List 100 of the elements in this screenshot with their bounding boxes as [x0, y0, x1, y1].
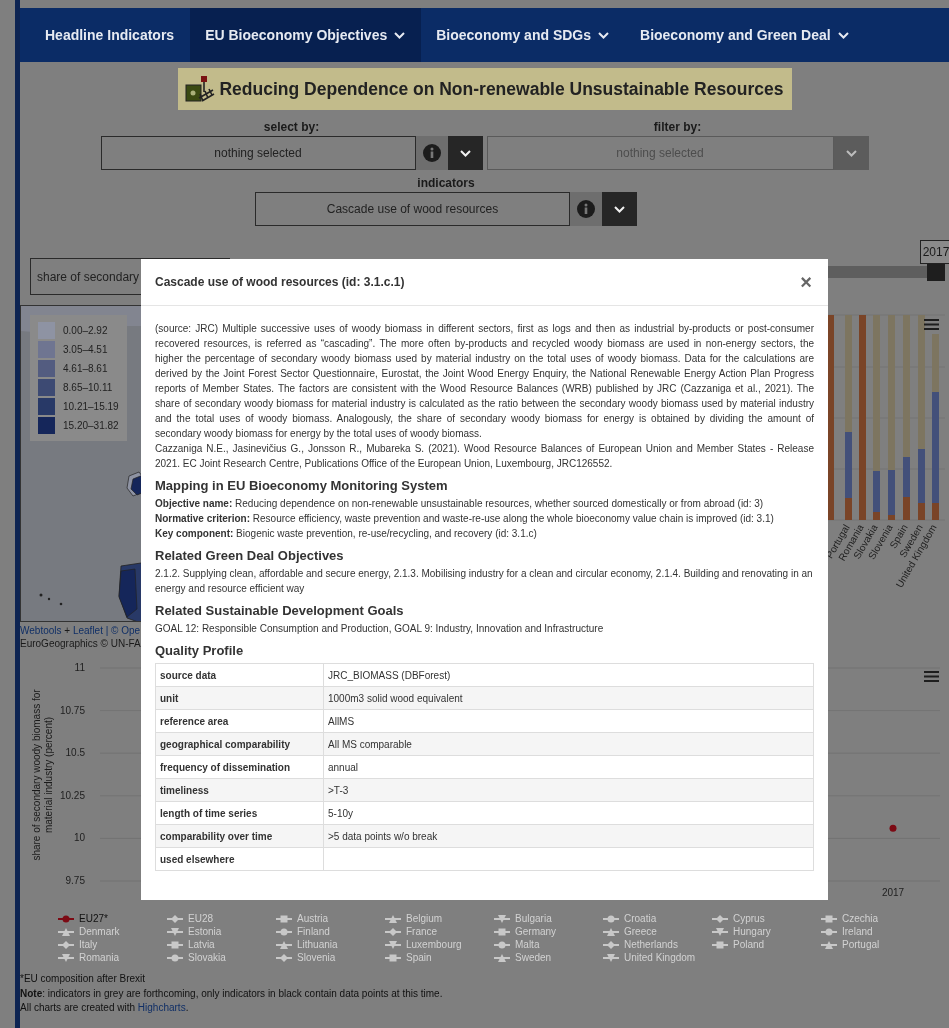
- legend-marker-icon: [494, 927, 510, 936]
- legend-label: 8.65–10.11: [63, 381, 113, 395]
- nav-tab[interactable]: Bioeconomy and Green Deal: [625, 8, 865, 62]
- legend-item[interactable]: Germany: [494, 925, 557, 938]
- legend-item[interactable]: Bulgaria: [494, 912, 552, 925]
- credit-link[interactable]: Highcharts: [137, 1002, 186, 1013]
- dropdown-toggle[interactable]: [833, 136, 869, 170]
- table-cell: AllMS: [323, 709, 814, 733]
- legend-item[interactable]: Slovakia: [167, 951, 226, 964]
- footnote: Note: indicators in grey are forthcoming, only indicators in black contain data points at this time.: [20, 986, 444, 1001]
- section-text: Key component: Biogenic waste prevention, re-use/recycling, and recovery (id: 3.1.c): [155, 527, 538, 541]
- legend-item[interactable]: Austria: [276, 912, 329, 925]
- legend-item[interactable]: Malta: [494, 938, 540, 951]
- legend-item[interactable]: Finland: [276, 925, 330, 938]
- legend-item[interactable]: Croatia: [603, 912, 657, 925]
- attribution-text: +: [63, 625, 72, 636]
- attribution-link[interactable]: Webtools: [20, 625, 62, 636]
- legend-item[interactable]: Czechia: [821, 912, 879, 925]
- table-cell: annual: [323, 755, 814, 779]
- legend-label: 3.05–4.51: [63, 343, 108, 357]
- info-icon: [577, 200, 595, 218]
- table-cell: reference area: [155, 709, 324, 733]
- legend-marker-icon: [276, 953, 292, 962]
- legend-marker-icon: [276, 927, 292, 936]
- field-label: filter by:: [652, 119, 703, 136]
- legend-item[interactable]: Estonia: [167, 925, 222, 938]
- legend-marker-icon: [385, 940, 401, 949]
- info-button[interactable]: [570, 192, 602, 226]
- legend-item[interactable]: Slovenia: [276, 951, 336, 964]
- legend-marker-icon: [494, 914, 510, 923]
- legend-label: 15.20–31.82: [63, 419, 119, 433]
- table-cell: frequency of dissemination: [155, 755, 324, 779]
- axis-label: 10.75: [59, 704, 85, 716]
- section-heading: Related Sustainable Development Goals: [155, 602, 405, 620]
- legend-item[interactable]: Netherlands: [603, 938, 678, 951]
- table-cell: geographical comparability: [155, 732, 324, 756]
- legend-item[interactable]: Greece: [603, 925, 657, 938]
- legend-label: 0.00–2.92: [63, 324, 108, 338]
- legend-item[interactable]: Belgium: [385, 912, 443, 925]
- section-text: GOAL 12: Responsible Consumption and Production, GOAL 9: Industry, Innovation and Infrastructure: [155, 622, 605, 636]
- table-cell: comparability over time: [155, 824, 324, 848]
- legend-item[interactable]: France: [385, 925, 438, 938]
- dropdown-toggle[interactable]: [602, 192, 637, 226]
- nav-tab[interactable]: Headline Indicators: [30, 8, 191, 62]
- legend-marker-icon: [167, 927, 183, 936]
- section-text: Normative criterion: Resource efficiency, waste prevention and waste-re-use along the whole bioeconomy value chain is improved (id: 3.1): [155, 512, 775, 526]
- legend-marker-icon: [712, 940, 728, 949]
- attribution-text: EuroGeographics © UN-FA: [20, 638, 141, 649]
- legend-label: 4.61–8.61: [63, 362, 108, 376]
- legend-marker-icon: [385, 927, 401, 936]
- legend-item[interactable]: Ireland: [821, 925, 873, 938]
- table-cell: >T-3: [323, 778, 814, 802]
- legend-item[interactable]: Romania: [58, 951, 120, 964]
- legend-item[interactable]: Hungary: [712, 925, 771, 938]
- menu-icon[interactable]: [924, 670, 939, 682]
- close-button[interactable]: ×: [798, 272, 814, 292]
- dropdown-field[interactable]: nothing selected: [100, 136, 416, 170]
- legend-marker-icon: [603, 940, 619, 949]
- legend-marker-icon: [494, 953, 510, 962]
- legend-item[interactable]: Denmark: [58, 925, 120, 938]
- info-button[interactable]: [415, 136, 448, 170]
- section-heading: Mapping in EU Bioeconomy Monitoring System: [155, 477, 449, 495]
- legend-marker-icon: [58, 940, 74, 949]
- legend-item[interactable]: Italy: [58, 938, 98, 951]
- legend-marker-icon: [821, 914, 837, 923]
- field-label: select by:: [262, 119, 321, 136]
- legend-item[interactable]: Spain: [385, 951, 432, 964]
- legend-item[interactable]: Poland: [712, 938, 765, 951]
- axis-label: 10.25: [59, 789, 85, 801]
- description-text: (source: JRC) Multiple successive uses of woody biomass in different sectors, first as logs and then as industrial by-products or post-consumer recovered resources, is referred as “cascading”. The more often by-products and recycled woody biomass are used in non-energy sectors, the higher the percentage of secondary woody biomass used by material industry on the total uses of woody biomass. Data for the calculations are derived by the Joint Forest Sector Questionnaire, Eurostat, the Joint Wood Energy Enquiry, the National Renewable Energy Action Plan Progress reports of Member States. The factors are consistent with the Wood Resource Balances (WRB) published by JRC (Cazzaniga et al., 2021). The share of secondary woody biomass for material industry is calculated as the ratio between the secondary woody biomass used by material industry and the total uses of woody biomass. Analogously, the share of secondary woody biomass for energy is obtained by dividing the amount of secondary woody biomass for energy by the total uses of woody biomass.: [155, 322, 814, 441]
- legend-item[interactable]: Sweden: [494, 951, 552, 964]
- legend-item[interactable]: United Kingdom: [603, 951, 696, 964]
- dropdown-toggle[interactable]: [447, 136, 483, 170]
- legend-item[interactable]: Luxembourg: [385, 938, 462, 951]
- legend-marker-icon: [712, 927, 728, 936]
- dropdown-field[interactable]: Cascade use of wood resources: [255, 192, 570, 226]
- table-cell: 5-10y: [323, 801, 814, 825]
- legend-marker-icon: [603, 927, 619, 936]
- attribution-link[interactable]: | © Ope: [102, 625, 141, 636]
- legend-item[interactable]: Cyprus: [712, 912, 765, 925]
- nav-tab[interactable]: Bioeconomy and SDGs: [421, 8, 626, 62]
- nav-tab[interactable]: EU Bioeconomy Objectives: [190, 8, 422, 62]
- section-heading: Quality Profile: [155, 642, 245, 660]
- emblem-icon: [185, 74, 216, 104]
- legend-marker-icon: [821, 940, 837, 949]
- legend-label: 10.21–15.19: [63, 400, 119, 414]
- legend-marker-icon: [385, 914, 401, 923]
- citation-text: Cazzaniga N.E., Jasinevičius G., Jonsson R., Mubareka S. (2021). Wood Resource Balances of European Union and Member States - Release 2021. EC Joint Research Centre, Publications Office of the European Union, Luxembourg, JRC126552.: [155, 442, 814, 471]
- legend-item[interactable]: Portugal: [821, 938, 880, 951]
- axis-label: 2017: [881, 887, 905, 898]
- legend-item[interactable]: Lithuania: [276, 938, 338, 951]
- legend-marker-icon: [276, 940, 292, 949]
- legend-item[interactable]: Latvia: [167, 938, 215, 951]
- attribution-link[interactable]: Leaflet: [72, 625, 103, 636]
- table-cell: >5 data points w/o break: [323, 824, 814, 848]
- axis-label: 10: [73, 832, 85, 844]
- menu-icon[interactable]: [924, 318, 939, 330]
- legend-item[interactable]: EU27*: [58, 912, 108, 925]
- legend-marker-icon: [385, 953, 401, 962]
- legend-item[interactable]: EU28: [167, 912, 213, 925]
